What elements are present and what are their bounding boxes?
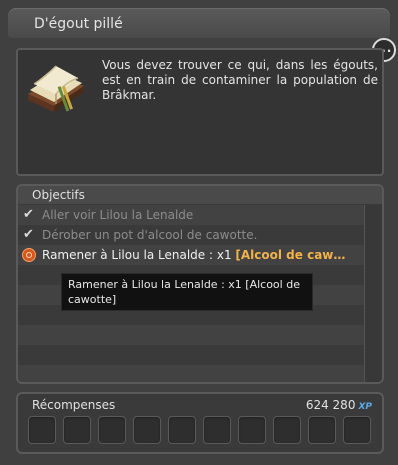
objective-text: Ramener à Lilou la Lenalde : x1 [Alcool … xyxy=(42,248,346,262)
quest-book-icon xyxy=(28,65,84,112)
objective-item[interactable]: ✔ Dérober un pot d'alcool de cawotte. xyxy=(18,225,364,245)
objective-item-active[interactable]: Ramener à Lilou la Lenalde : x1 [Alcool … xyxy=(18,245,364,265)
reward-slot[interactable] xyxy=(238,416,266,444)
objective-row-empty xyxy=(18,365,364,382)
objective-row-empty xyxy=(18,345,364,365)
rewards-panel: Récompenses 624 280 XP xyxy=(16,392,384,454)
objective-text: Aller voir Lilou la Lenalde xyxy=(42,208,194,222)
quest-description: Vous devez trouver ce qui, dans les égou… xyxy=(102,58,378,102)
reward-slot[interactable] xyxy=(168,416,196,444)
reward-slot[interactable] xyxy=(63,416,91,444)
objective-text: Dérober un pot d'alcool de cawotte. xyxy=(42,228,258,242)
rewards-header: Récompenses xyxy=(32,398,116,412)
objectives-header-label: Objectifs xyxy=(32,188,85,202)
reward-slots xyxy=(28,416,371,444)
reward-slot[interactable] xyxy=(28,416,56,444)
target-icon xyxy=(22,248,36,262)
xp-reward: 624 280 XP xyxy=(306,398,372,412)
reward-slot[interactable] xyxy=(308,416,336,444)
xp-icon: XP xyxy=(358,402,372,412)
window-title-bar[interactable]: D'égout pillé xyxy=(8,8,390,38)
xp-value: 624 280 xyxy=(305,398,356,412)
objectives-scrollbar[interactable] xyxy=(364,205,381,382)
check-icon: ✔ xyxy=(23,207,34,222)
objective-item[interactable]: ✔ Aller voir Lilou la Lenalde xyxy=(18,205,364,225)
item-link[interactable]: [Alcool de caw… xyxy=(235,248,345,262)
reward-slot[interactable] xyxy=(203,416,231,444)
objective-row-empty xyxy=(18,325,364,345)
quest-title: D'égout pillé xyxy=(34,16,123,32)
reward-slot[interactable] xyxy=(343,416,371,444)
quest-window: D'égout pillé ... Vous devez trouver ce … xyxy=(0,0,398,465)
objectives-header: Objectifs xyxy=(18,186,382,204)
reward-slot[interactable] xyxy=(98,416,126,444)
reward-slot[interactable] xyxy=(273,416,301,444)
check-icon: ✔ xyxy=(23,227,34,242)
reward-slot[interactable] xyxy=(133,416,161,444)
objective-tooltip: Ramener à Lilou la Lenalde : x1 [Alcool … xyxy=(61,273,313,311)
description-panel: Vous devez trouver ce qui, dans les égou… xyxy=(16,48,384,176)
